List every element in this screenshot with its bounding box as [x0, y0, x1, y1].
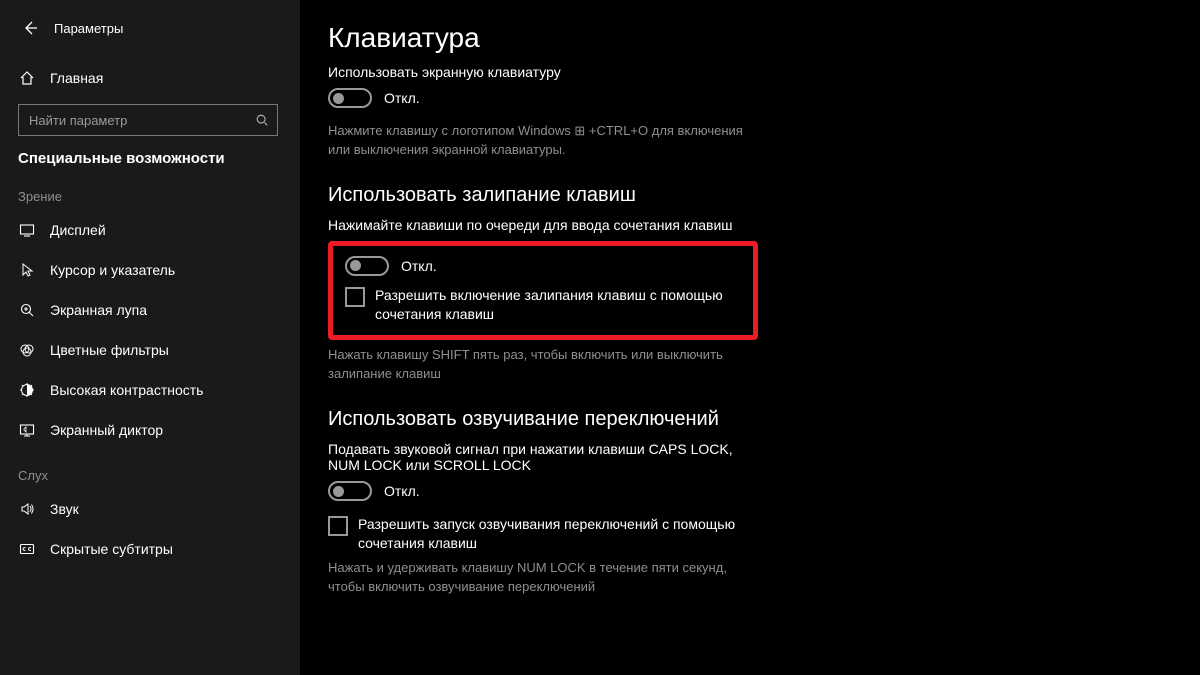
audio-icon [18, 501, 36, 517]
search-input[interactable] [19, 113, 247, 128]
annotation-highlight: Откл. Разрешить включение залипания клав… [328, 241, 758, 341]
sidebar-item-high-contrast[interactable]: Высокая контрастность [0, 370, 300, 410]
togglekeys-shortcut-checkbox[interactable] [328, 516, 348, 536]
sticky-checkbox-label: Разрешить включение залипания клавиш с п… [375, 286, 741, 324]
sidebar: Параметры Главная Специальные возможност… [0, 0, 300, 675]
sidebar-item-display[interactable]: Дисплей [0, 210, 300, 250]
app-title: Параметры [54, 21, 123, 36]
toggle-keys-desc: Подавать звуковой сигнал при нажатии кла… [328, 441, 758, 473]
sidebar-group-vision: Зрение [0, 171, 300, 210]
arrow-left-icon [22, 20, 38, 36]
narrator-icon [18, 422, 36, 438]
sticky-keys-toggle[interactable] [345, 256, 389, 276]
sidebar-item-home[interactable]: Главная [0, 60, 300, 96]
sidebar-item-label: Экранный диктор [50, 422, 163, 438]
page-title: Клавиатура [328, 22, 1162, 54]
sidebar-item-label: Экранная лупа [50, 302, 147, 318]
cursor-icon [18, 262, 36, 278]
captions-icon [18, 541, 36, 557]
sidebar-item-label: Курсор и указатель [50, 262, 175, 278]
main-content: Клавиатура Использовать экранную клавиат… [300, 0, 1200, 675]
sidebar-category-label: Специальные возможности [0, 136, 300, 171]
sticky-toggle-label: Откл. [401, 258, 437, 274]
sidebar-item-label: Скрытые субтитры [50, 541, 173, 557]
sticky-keys-desc: Нажимайте клавиши по очереди для ввода с… [328, 217, 1162, 233]
osk-heading: Использовать экранную клавиатуру [328, 64, 1162, 80]
sidebar-item-captions[interactable]: Скрытые субтитры [0, 529, 300, 569]
color-filters-icon [18, 342, 36, 358]
toggle-keys-toggle[interactable] [328, 481, 372, 501]
sidebar-item-cursor[interactable]: Курсор и указатель [0, 250, 300, 290]
togglekeys-checkbox-label: Разрешить запуск озвучивания переключени… [358, 515, 758, 553]
sidebar-home-label: Главная [50, 70, 103, 86]
osk-toggle[interactable] [328, 88, 372, 108]
sidebar-item-label: Высокая контрастность [50, 382, 203, 398]
sidebar-item-audio[interactable]: Звук [0, 489, 300, 529]
sidebar-item-narrator[interactable]: Экранный диктор [0, 410, 300, 450]
home-icon [18, 70, 36, 86]
sidebar-item-color-filters[interactable]: Цветные фильтры [0, 330, 300, 370]
back-button[interactable] [18, 16, 42, 40]
toggle-keys-hint: Нажать и удерживать клавишу NUM LOCK в т… [328, 559, 758, 597]
sidebar-item-label: Цветные фильтры [50, 342, 169, 358]
toggle-keys-heading: Использовать озвучивание переключений [328, 408, 1162, 431]
sticky-keys-hint: Нажать клавишу SHIFT пять раз, чтобы вкл… [328, 346, 758, 384]
search-box[interactable] [18, 104, 278, 136]
togglekeys-toggle-label: Откл. [384, 483, 420, 499]
search-icon [247, 113, 277, 127]
osk-hint: Нажмите клавишу с логотипом Windows ⊞ +C… [328, 122, 758, 160]
magnifier-icon [18, 302, 36, 318]
sticky-keys-heading: Использовать залипание клавиш [328, 184, 1162, 207]
sidebar-item-magnifier[interactable]: Экранная лупа [0, 290, 300, 330]
sticky-shortcut-checkbox[interactable] [345, 287, 365, 307]
sidebar-item-label: Дисплей [50, 222, 106, 238]
sidebar-group-hearing: Слух [0, 450, 300, 489]
sidebar-item-label: Звук [50, 501, 79, 517]
osk-toggle-label: Откл. [384, 90, 420, 106]
high-contrast-icon [18, 382, 36, 398]
display-icon [18, 222, 36, 238]
